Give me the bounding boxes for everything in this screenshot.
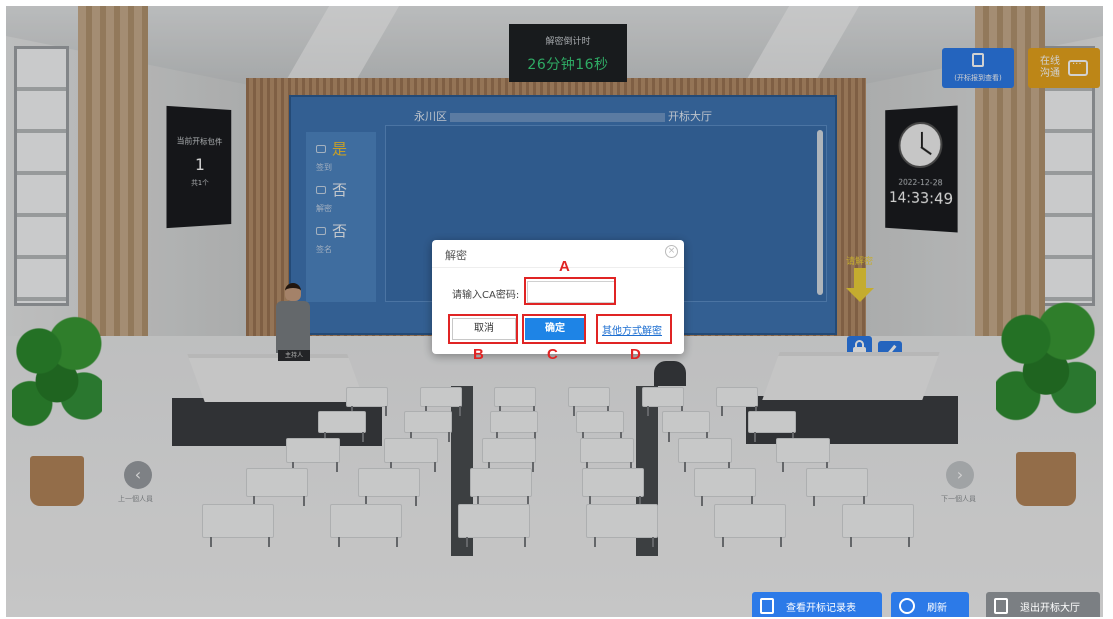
view-bid-record-label: 查看开标记录表 <box>786 602 856 614</box>
refresh-icon <box>899 598 915 614</box>
ca-password-label: 请输入CA密码: <box>452 290 520 301</box>
annotation-box-c <box>522 314 586 344</box>
view-bid-record-button[interactable]: 查看开标记录表 <box>752 592 882 617</box>
dialog-divider <box>432 267 684 268</box>
annotation-label-a: A <box>559 258 570 275</box>
annotation-label-d: D <box>630 346 641 363</box>
refresh-button[interactable]: 刷新 <box>891 592 969 617</box>
close-icon[interactable]: × <box>665 245 678 258</box>
annotation-box-d <box>596 314 672 344</box>
exit-hall-label: 退出开标大厅 <box>1020 602 1080 614</box>
dialog-title: 解密 <box>445 249 467 262</box>
annotation-label-b: B <box>473 346 484 363</box>
exit-hall-button[interactable]: 退出开标大厅 <box>986 592 1100 617</box>
exit-icon <box>994 598 1008 614</box>
refresh-label: 刷新 <box>927 602 947 614</box>
document-icon <box>760 598 774 614</box>
annotation-label-c: C <box>547 346 558 363</box>
annotation-box-b <box>448 314 518 344</box>
annotation-box-a <box>524 277 616 305</box>
